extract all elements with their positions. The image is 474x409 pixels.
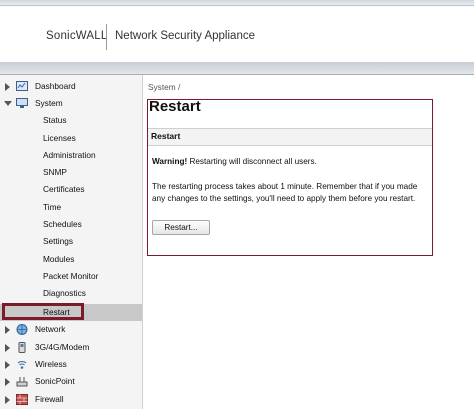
restart-panel: Restart Restart Warning! Restarting will… <box>147 98 433 256</box>
restart-note: The restarting process takes about 1 min… <box>152 182 418 203</box>
sidebar-item-label: 3G/4G/Modem <box>35 342 90 352</box>
restart-button[interactable]: Restart... <box>152 220 210 235</box>
dashboard-icon <box>16 81 28 91</box>
sidebar-item-label: Firewall <box>35 394 64 404</box>
section-title: Restart <box>151 131 181 141</box>
breadcrumb: System / <box>148 82 181 92</box>
sidebar-item-sonicpoint[interactable]: SonicPoint <box>0 373 142 390</box>
sidebar-item-wireless[interactable]: Wireless <box>0 356 142 373</box>
collapse-arrow-icon[interactable] <box>4 101 12 106</box>
expand-arrow-icon[interactable] <box>5 344 10 352</box>
product-name: Network Security Appliance <box>115 30 255 42</box>
sidebar-subitem-time[interactable]: Time <box>0 199 142 216</box>
sidebar-subitem-licenses[interactable]: Licenses <box>0 130 142 147</box>
sidebar-subitem-snmp[interactable]: SNMP <box>0 164 142 181</box>
expand-arrow-icon[interactable] <box>5 83 10 91</box>
sidebar-subitem-administration[interactable]: Administration <box>0 147 142 164</box>
sidebar-item-label: Network <box>35 324 66 334</box>
section-header: Restart <box>148 128 432 146</box>
main-content: System / Restart Restart Warning! Restar… <box>143 75 474 409</box>
expand-arrow-icon[interactable] <box>5 378 10 386</box>
expand-arrow-icon[interactable] <box>5 361 10 369</box>
sidebar-subitem-certificates[interactable]: Certificates <box>0 181 142 198</box>
modem-icon <box>18 342 26 353</box>
wireless-icon <box>17 361 27 369</box>
sidebar-subitem-schedules[interactable]: Schedules <box>0 216 142 233</box>
page-title: Restart <box>149 98 201 115</box>
header-divider <box>106 24 107 50</box>
toolbar-bar <box>0 62 474 75</box>
sidebar-subitem-packet-monitor[interactable]: Packet Monitor <box>0 268 142 285</box>
app-header: SonicWALL Network Security Appliance <box>0 6 474 62</box>
firewall-icon <box>16 394 28 405</box>
sonicpoint-icon <box>16 377 28 387</box>
sidebar-subitem-settings[interactable]: Settings <box>0 233 142 250</box>
sidebar-item-label: Wireless <box>35 359 67 369</box>
expand-arrow-icon[interactable] <box>5 326 10 334</box>
expand-arrow-icon[interactable] <box>5 396 10 404</box>
network-icon <box>16 324 28 335</box>
sidebar-item-label: Dashboard <box>35 81 76 91</box>
brand-logo-text: SonicWALL <box>46 30 108 42</box>
restart-highlight-annotation <box>2 303 84 320</box>
warning-label: Warning! <box>152 157 188 166</box>
sidebar-item-label: System <box>35 98 63 108</box>
sidebar-subitem-status[interactable]: Status <box>0 112 142 129</box>
sidebar-item-modem[interactable]: 3G/4G/Modem <box>0 339 142 356</box>
warning-text: Restarting will disconnect all users. <box>187 157 317 166</box>
sidebar-subitem-diagnostics[interactable]: Diagnostics <box>0 285 142 302</box>
sidebar-item-network[interactable]: Network <box>0 321 142 338</box>
sidebar-item-system[interactable]: System <box>0 95 142 112</box>
sidebar-nav: Dashboard System Status Licenses Adminis… <box>0 75 143 409</box>
sidebar-item-dashboard[interactable]: Dashboard <box>0 78 142 95</box>
warning-message: Warning! Restarting will disconnect all … <box>152 157 317 166</box>
sidebar-item-firewall[interactable]: Firewall <box>0 391 142 408</box>
sidebar-subitem-modules[interactable]: Modules <box>0 251 142 268</box>
system-icon <box>16 98 28 108</box>
sidebar-item-label: SonicPoint <box>35 376 75 386</box>
